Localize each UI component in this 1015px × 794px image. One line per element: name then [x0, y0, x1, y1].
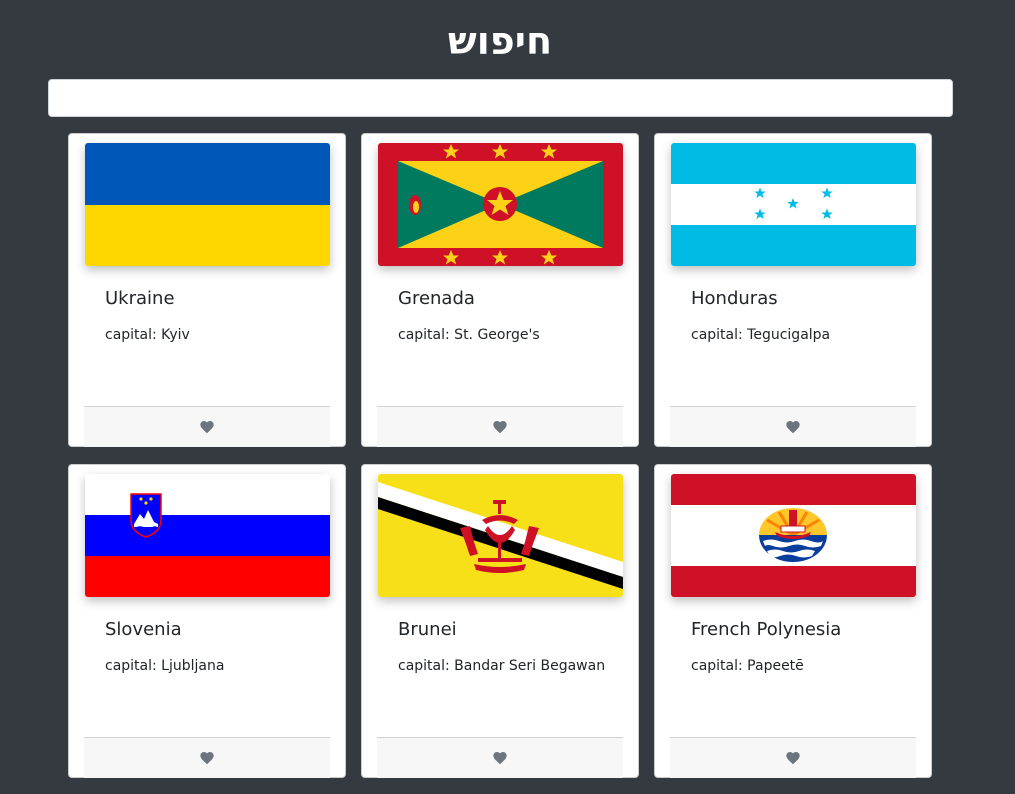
country-capital: capital: Tegucigalpa [691, 327, 831, 343]
country-name: Brunei [398, 619, 457, 640]
page-title: חיפוש [447, 19, 553, 63]
country-capital: capital: St. George's [398, 327, 540, 343]
heart-icon[interactable] [785, 419, 801, 435]
slovenia-flag [85, 474, 330, 597]
card-footer [670, 737, 916, 778]
country-card: Grenada capital: St. George's [361, 133, 639, 447]
card-footer [377, 737, 623, 778]
country-capital: capital: Bandar Seri Begawan [398, 658, 606, 674]
brunei-flag [378, 474, 623, 597]
country-capital: capital: Ljubljana [105, 658, 225, 674]
grenada-flag [378, 143, 623, 266]
country-card: Ukraine capital: Kyiv [68, 133, 346, 447]
country-name: Honduras [691, 288, 778, 309]
country-name: Grenada [398, 288, 475, 309]
country-card: French Polynesia capital: Papeetē [654, 464, 932, 778]
heart-icon[interactable] [785, 750, 801, 766]
heart-icon[interactable] [199, 419, 215, 435]
heart-icon[interactable] [492, 750, 508, 766]
country-name: French Polynesia [691, 619, 842, 640]
card-footer [670, 406, 916, 447]
country-name: Ukraine [105, 288, 175, 309]
country-card: Brunei capital: Bandar Seri Begawan [361, 464, 639, 778]
heart-icon[interactable] [199, 750, 215, 766]
french-polynesia-flag [671, 474, 916, 597]
country-card: Slovenia capital: Ljubljana [68, 464, 346, 778]
search-input[interactable] [48, 79, 953, 117]
country-capital: capital: Kyiv [105, 327, 190, 343]
country-name: Slovenia [105, 619, 182, 640]
card-footer [84, 737, 330, 778]
ukraine-flag [85, 143, 330, 266]
card-footer [377, 406, 623, 447]
country-card: Honduras capital: Tegucigalpa [654, 133, 932, 447]
honduras-flag [671, 143, 916, 266]
card-footer [84, 406, 330, 447]
heart-icon[interactable] [492, 419, 508, 435]
country-capital: capital: Papeetē [691, 658, 804, 674]
